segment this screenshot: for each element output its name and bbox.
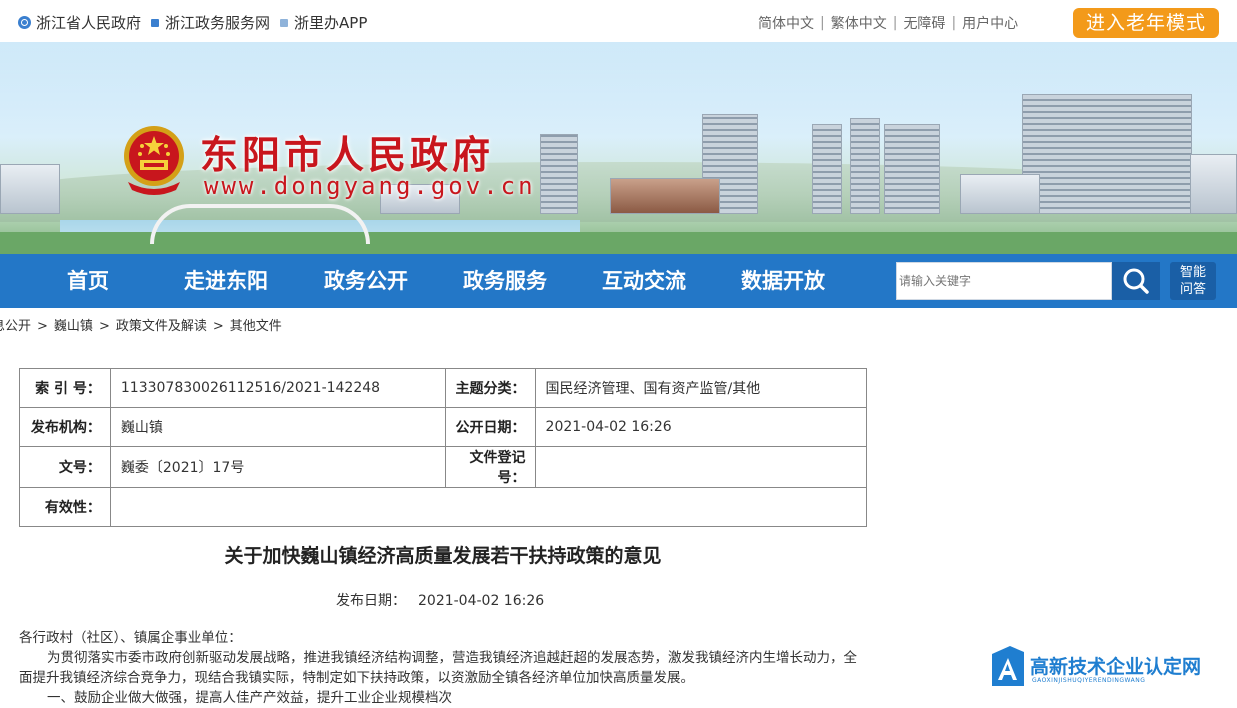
square-icon — [280, 18, 289, 27]
government-building — [1022, 94, 1192, 214]
breadcrumb-item[interactable]: 其他文件 — [230, 319, 282, 334]
utility-links: 简体中文 | 繁体中文 | 无障碍 | 用户中心 — [758, 13, 1018, 33]
document-title: 关于加快巍山镇经济高质量发展若干扶持政策的意见 — [224, 545, 662, 567]
doc-number-value: 巍委〔2021〕17号 — [109, 446, 446, 488]
table-row: 文号： 巍委〔2021〕17号 文件登记号： — [19, 446, 868, 488]
divider: | — [951, 15, 957, 31]
open-date-value: 2021-04-02 16:26 — [534, 407, 868, 447]
main-nav: 首页 走进东阳 政务公开 政务服务 互动交流 数据开放 智能 问答 — [0, 254, 1237, 308]
table-row: 索 引 号： 113307830026112516/2021-142248 主题… — [19, 368, 868, 408]
site-title[interactable]: 东阳市人民政府 — [200, 124, 494, 179]
link-label: 浙江政务服务网 — [165, 14, 271, 32]
link-label: 浙里办APP — [294, 14, 368, 32]
external-links: 浙江省人民政府 浙江政务服务网 浙里办APP — [18, 12, 377, 33]
bridge — [150, 204, 370, 244]
index-value: 113307830026112516/2021-142248 — [109, 368, 446, 408]
link-simplified-chinese[interactable]: 简体中文 — [758, 13, 814, 33]
publish-date: 发布日期： 2021-04-02 16:26 — [336, 590, 544, 610]
table-row: 发布机构： 巍山镇 公开日期： 2021-04-02 16:26 — [19, 407, 868, 447]
breadcrumb-separator: > — [212, 319, 224, 334]
paragraph: 为贯彻落实市委市政府创新驱动发展战略，推进我镇经济结构调整，营造我镇经济追越赶超… — [19, 650, 857, 686]
nav-item-interaction[interactable]: 互动交流 — [588, 254, 700, 308]
category-value: 国民经济管理、国有资产监管/其他 — [534, 368, 868, 408]
publish-date-value: 2021-04-02 16:26 — [418, 593, 545, 609]
registration-number-label: 文件登记号： — [444, 446, 536, 488]
validity-value — [109, 487, 868, 527]
registration-number-value — [534, 446, 868, 488]
building — [812, 124, 842, 214]
building — [1190, 154, 1237, 214]
watermark: 高新技术企业认定网 GAOXINJISHUQIYERENDINGWANG — [988, 642, 1236, 692]
breadcrumb-item[interactable]: 巍山镇 — [54, 319, 93, 334]
link-label: 浙江省人民政府 — [36, 14, 142, 32]
nav-item-home[interactable]: 首页 — [48, 254, 128, 308]
nav-item-gov-affairs[interactable]: 政务公开 — [310, 254, 422, 308]
ai-label-line2: 问答 — [1179, 282, 1206, 297]
site-banner: 东阳市人民政府 www.dongyang.gov.cn — [0, 42, 1237, 254]
watermark-logo-icon — [992, 646, 1024, 686]
building — [960, 174, 1040, 214]
building — [610, 178, 720, 214]
publisher-value: 巍山镇 — [109, 407, 446, 447]
search-field[interactable] — [896, 262, 1112, 300]
ai-label-line1: 智能 — [1179, 265, 1206, 280]
publish-date-label: 发布日期： — [336, 593, 406, 609]
link-zhejiang-gov[interactable]: 浙江省人民政府 — [18, 12, 141, 33]
top-bar: 浙江省人民政府 浙江政务服务网 浙里办APP 简体中文 | 繁体中文 | 无障碍… — [0, 0, 1237, 44]
paragraph: 一、鼓励企业做大做强，提高人佳产产效益，提升工业企业规模档次 — [47, 690, 452, 706]
category-label: 主题分类： — [444, 368, 536, 408]
watermark-text: 高新技术企业认定网 — [1030, 656, 1202, 678]
link-user-center[interactable]: 用户中心 — [962, 13, 1018, 33]
watermark-subtext: GAOXINJISHUQIYERENDINGWANG — [1032, 677, 1146, 684]
open-date-label: 公开日期： — [444, 407, 536, 447]
square-icon — [151, 18, 160, 27]
breadcrumb-separator: > — [98, 319, 110, 334]
search-icon — [1123, 268, 1149, 294]
breadcrumb-item[interactable]: 政策文件及解读 — [116, 319, 207, 334]
building — [0, 164, 60, 214]
breadcrumb-item[interactable]: 息公开 — [0, 319, 31, 334]
validity-label: 有效性： — [19, 487, 111, 527]
search-button[interactable] — [1112, 262, 1160, 300]
nav-item-about[interactable]: 走进东阳 — [170, 254, 282, 308]
divider: | — [892, 15, 898, 31]
building — [850, 118, 880, 214]
link-traditional-chinese[interactable]: 繁体中文 — [831, 13, 887, 33]
table-row: 有效性： — [19, 487, 868, 527]
ai-qa-button[interactable]: 智能 问答 — [1170, 262, 1216, 300]
link-accessibility[interactable]: 无障碍 — [903, 13, 945, 33]
link-zhejiang-service[interactable]: 浙江政务服务网 — [151, 12, 270, 33]
building — [540, 134, 578, 214]
document-info-table: 索 引 号： 113307830026112516/2021-142248 主题… — [19, 368, 868, 527]
national-emblem-icon — [124, 126, 184, 195]
site-url: www.dongyang.gov.cn — [204, 172, 536, 200]
publisher-label: 发布机构： — [19, 407, 111, 447]
doc-number-label: 文号： — [19, 446, 111, 488]
nav-item-gov-services[interactable]: 政务服务 — [449, 254, 561, 308]
link-zheliban-app[interactable]: 浙里办APP — [280, 12, 367, 33]
globe-icon — [18, 16, 31, 29]
search-input[interactable] — [897, 263, 1107, 299]
divider: | — [820, 15, 825, 31]
elder-mode-button[interactable]: 进入老年模式 — [1073, 8, 1219, 38]
breadcrumb: 息公开 > 巍山镇 > 政策文件及解读 > 其他文件 — [0, 315, 282, 334]
salutation: 各行政村（社区）、镇属企事业单位： — [19, 630, 242, 646]
nav-item-open-data[interactable]: 数据开放 — [727, 254, 839, 308]
building — [884, 124, 940, 214]
index-label: 索 引 号： — [19, 368, 111, 408]
breadcrumb-separator: > — [37, 319, 48, 334]
document-body: 各行政村（社区）、镇属企事业单位： 为贯彻落实市委市政府创新驱动发展战略，推进我… — [19, 628, 859, 708]
